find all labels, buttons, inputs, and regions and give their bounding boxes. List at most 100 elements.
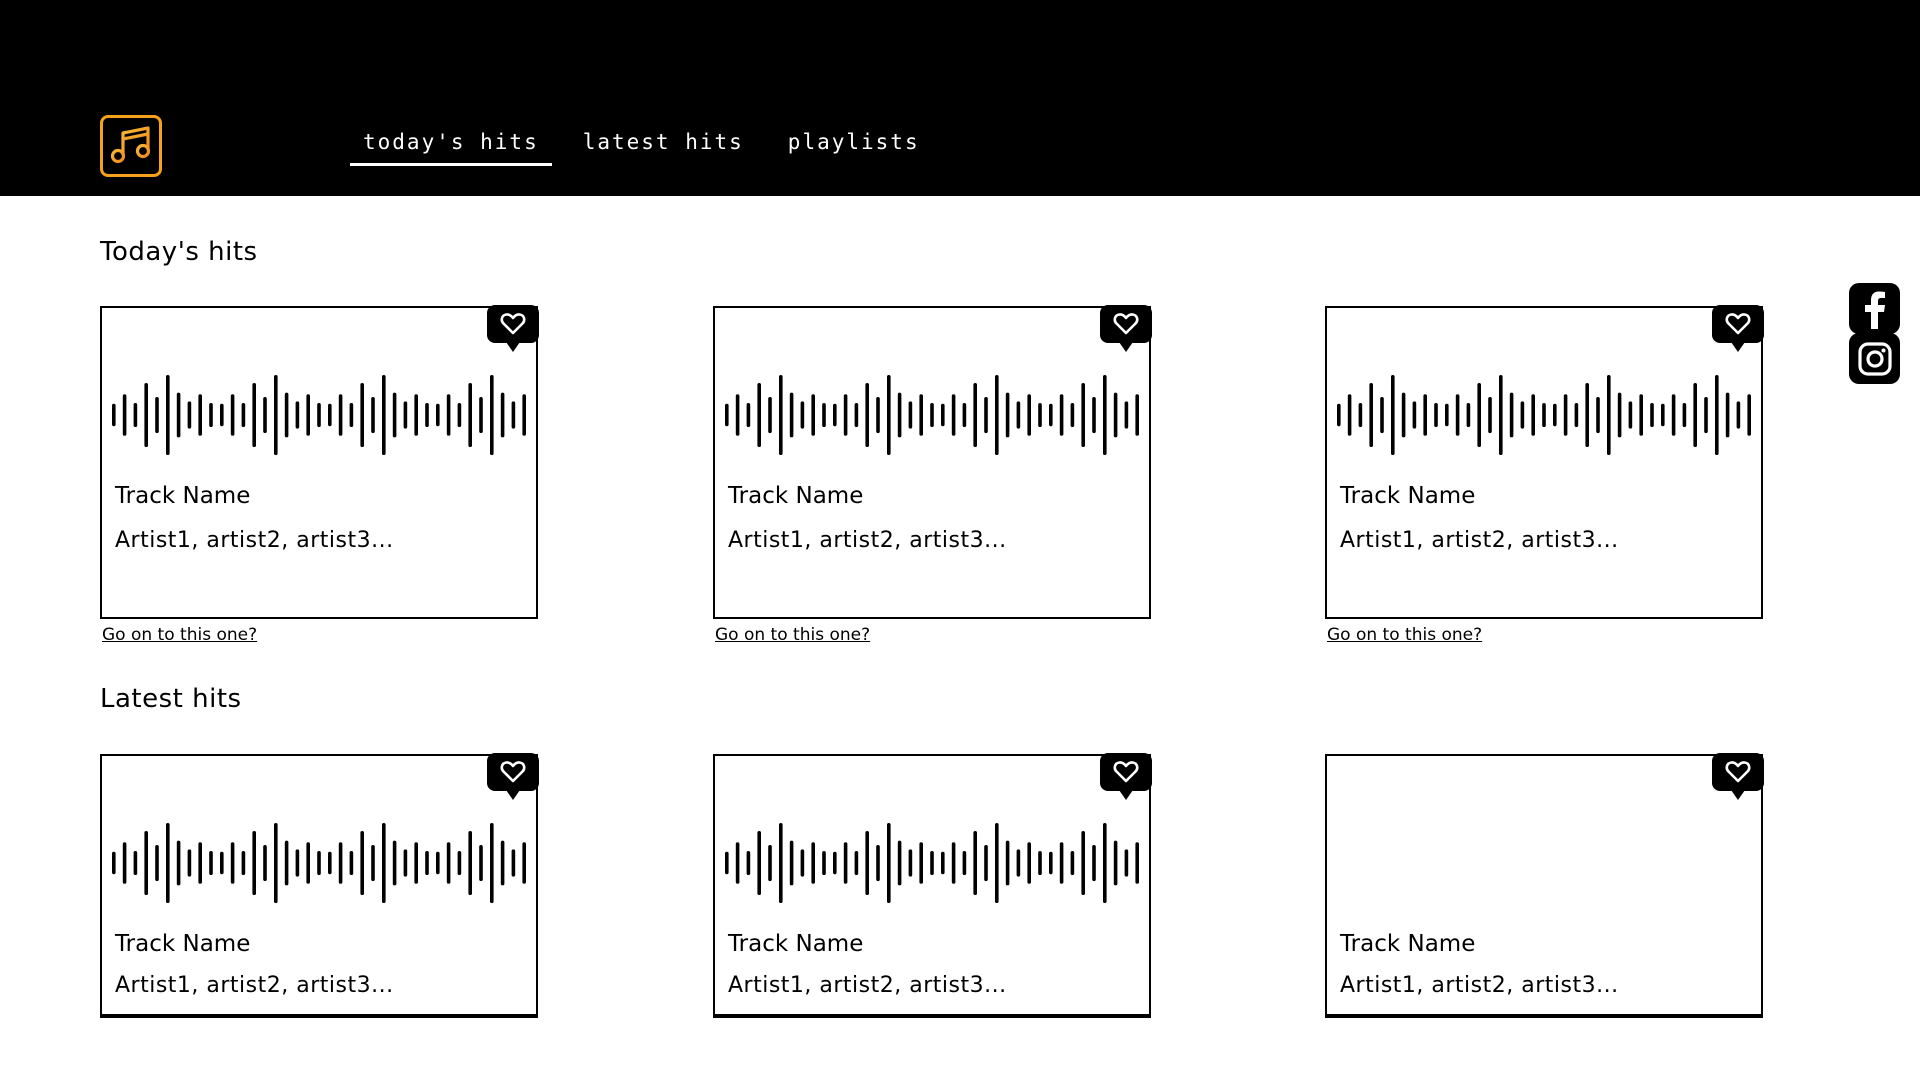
waveform-bar bbox=[973, 831, 977, 895]
instagram-icon[interactable] bbox=[1849, 333, 1900, 384]
waveform-bar bbox=[1113, 840, 1118, 886]
waveform-bar bbox=[1391, 375, 1395, 455]
waveform-bar bbox=[468, 831, 472, 895]
track-card[interactable]: Track Name Artist1, artist2, artist3... bbox=[713, 305, 1152, 619]
go-on-link[interactable]: Go on to this one? bbox=[1327, 625, 1482, 645]
waveform-bar bbox=[865, 383, 869, 447]
waveform-bar bbox=[500, 392, 505, 438]
section-title-latest-hits: Latest hits bbox=[100, 684, 242, 714]
waveform-bar bbox=[176, 392, 181, 438]
waveform-bar bbox=[843, 394, 848, 436]
track-artists: Artist1, artist2, artist3... bbox=[115, 528, 394, 553]
waveform-bar bbox=[811, 842, 815, 884]
waveform-bar bbox=[274, 823, 278, 903]
waveform-bar bbox=[887, 375, 891, 455]
waveform-bar bbox=[284, 840, 289, 886]
waveform-bar bbox=[371, 397, 375, 433]
waveform-bar bbox=[1081, 383, 1085, 447]
track-name: Track Name bbox=[1340, 483, 1476, 509]
waveform-bar bbox=[122, 394, 127, 436]
music-note-icon[interactable] bbox=[100, 115, 162, 177]
waveform-bar bbox=[1135, 394, 1139, 436]
waveform-bar bbox=[843, 842, 848, 884]
track-card[interactable]: Track Name Artist1, artist2, artist3... bbox=[1325, 305, 1764, 619]
waveform-bar bbox=[1455, 394, 1460, 436]
waveform-bar bbox=[779, 375, 783, 455]
track-card[interactable]: Track Name Artist1, artist2, artist3... bbox=[100, 305, 539, 619]
waveform-bar bbox=[500, 840, 505, 886]
waveform-bar bbox=[230, 842, 235, 884]
waveform-bar bbox=[522, 394, 526, 436]
heart-icon[interactable] bbox=[1100, 305, 1152, 352]
track-artists: Artist1, artist2, artist3... bbox=[1340, 528, 1619, 553]
waveform-bar bbox=[1747, 394, 1751, 436]
waveform-bar bbox=[854, 851, 859, 875]
waveform-bar bbox=[1488, 397, 1492, 433]
heart-icon[interactable] bbox=[487, 753, 539, 800]
waveform-bar bbox=[930, 851, 934, 875]
heart-icon[interactable] bbox=[1100, 753, 1152, 800]
track-card[interactable]: Track Name Artist1, artist2, artist3... bbox=[713, 753, 1152, 1018]
waveform-bar bbox=[908, 401, 913, 429]
facebook-icon[interactable] bbox=[1849, 283, 1900, 334]
waveform-bar bbox=[822, 403, 826, 427]
track-name: Track Name bbox=[115, 931, 251, 957]
track-artists: Artist1, artist2, artist3... bbox=[728, 973, 1007, 998]
waveform-bar bbox=[746, 851, 751, 875]
waveform-bar bbox=[951, 394, 956, 436]
heart-icon[interactable] bbox=[487, 305, 539, 352]
waveform-bar bbox=[209, 403, 213, 427]
waveform-bar bbox=[274, 375, 278, 455]
waveform-bar bbox=[1059, 394, 1064, 436]
waveform-bar bbox=[392, 840, 397, 886]
waveform-bar bbox=[995, 375, 999, 455]
track-card[interactable]: Track Name Artist1, artist2, artist3... bbox=[100, 753, 539, 1018]
waveform-bar bbox=[176, 840, 181, 886]
nav-playlists[interactable]: playlists bbox=[775, 126, 933, 166]
waveform-icon bbox=[725, 375, 1139, 455]
waveform-bar bbox=[1070, 403, 1075, 427]
waveform-bar bbox=[800, 849, 805, 877]
heart-icon[interactable] bbox=[1712, 305, 1764, 352]
waveform-bar bbox=[1347, 394, 1352, 436]
waveform-bar bbox=[284, 392, 289, 438]
track-artists: Artist1, artist2, artist3... bbox=[1340, 973, 1619, 998]
waveform-bar bbox=[995, 823, 999, 903]
nav-latest-hits[interactable]: latest hits bbox=[570, 126, 757, 166]
go-on-link[interactable]: Go on to this one? bbox=[715, 625, 870, 645]
waveform-bar bbox=[414, 842, 418, 884]
waveform-bar bbox=[133, 851, 138, 875]
waveform-bar bbox=[187, 849, 192, 877]
waveform-bar bbox=[789, 392, 794, 438]
track-card[interactable]: Track Name Artist1, artist2, artist3... bbox=[1325, 753, 1764, 1018]
waveform-bar bbox=[1477, 383, 1481, 447]
waveform-bar bbox=[1725, 392, 1730, 438]
waveform-bar bbox=[457, 851, 462, 875]
track-name: Track Name bbox=[115, 483, 251, 509]
waveform-bar bbox=[490, 375, 494, 455]
waveform-bar bbox=[122, 842, 127, 884]
go-on-link[interactable]: Go on to this one? bbox=[102, 625, 257, 645]
waveform-bar bbox=[155, 397, 159, 433]
heart-icon[interactable] bbox=[1712, 753, 1764, 800]
waveform-bar bbox=[1016, 849, 1021, 877]
waveform-bar bbox=[1596, 397, 1600, 433]
nav-todays-hits[interactable]: today's hits bbox=[350, 126, 552, 166]
waveform-bar bbox=[1337, 403, 1341, 427]
waveform-bar bbox=[295, 401, 300, 429]
waveform-bar bbox=[1661, 403, 1665, 427]
waveform-bar bbox=[1509, 392, 1514, 438]
waveform-bar bbox=[1081, 831, 1085, 895]
waveform-bar bbox=[1005, 840, 1010, 886]
waveform-bar bbox=[1059, 842, 1064, 884]
waveform-bar bbox=[220, 403, 224, 427]
waveform-bar bbox=[1038, 403, 1042, 427]
waveform-bar bbox=[984, 845, 988, 881]
waveform-bar bbox=[166, 375, 170, 455]
waveform-bar bbox=[757, 831, 761, 895]
waveform-bar bbox=[306, 842, 310, 884]
waveform-bar bbox=[457, 403, 462, 427]
waveform-bar bbox=[1736, 401, 1741, 429]
waveform-bar bbox=[198, 394, 202, 436]
waveform-bar bbox=[1563, 394, 1568, 436]
